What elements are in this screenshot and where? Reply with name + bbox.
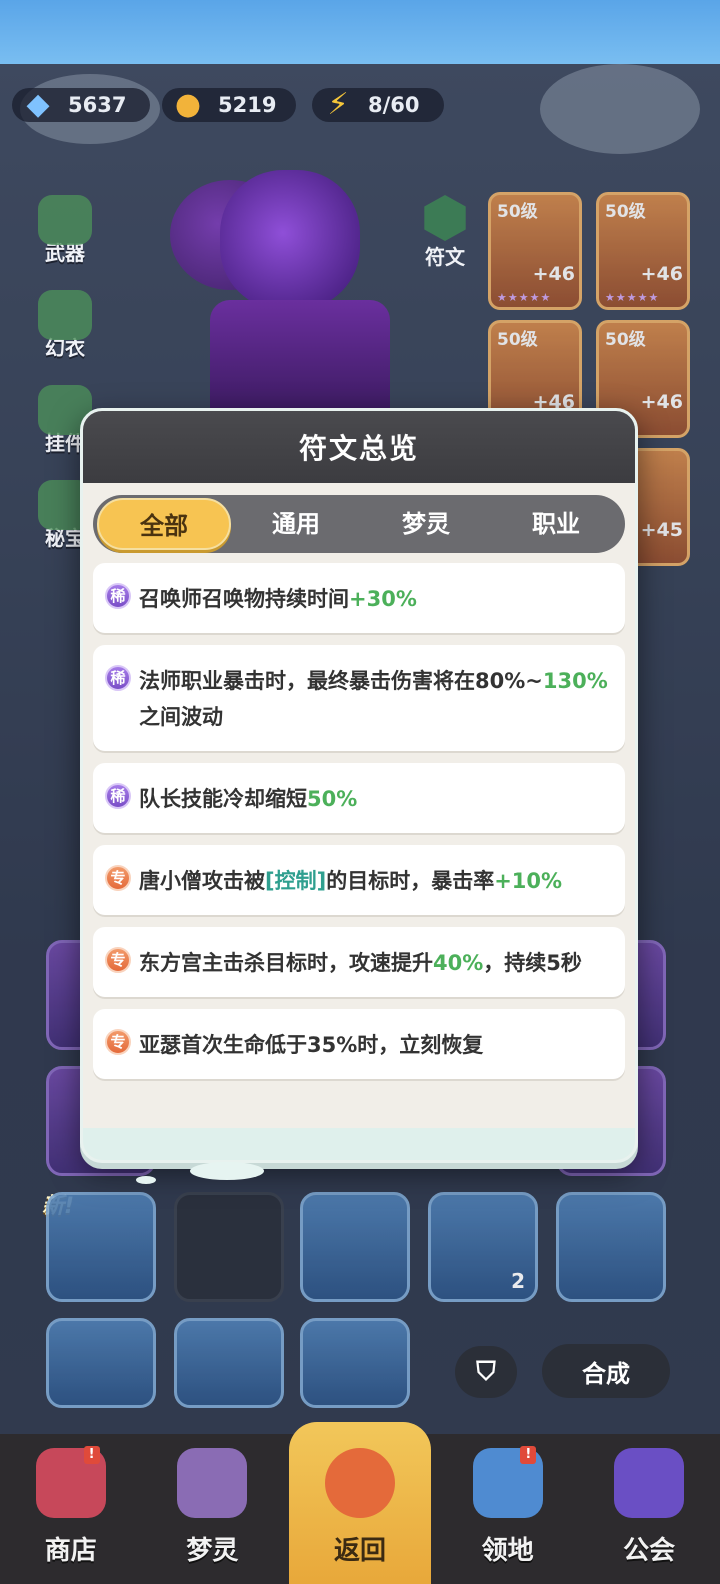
energy-icon: ⚡: [327, 86, 349, 122]
filter-tabs: 全部 通用 梦灵 职业: [93, 495, 625, 553]
item-count: 2: [511, 1269, 525, 1293]
coin-value: 5219: [218, 93, 277, 117]
modal-title: 符文总览: [298, 432, 419, 465]
gem-value: 5637: [68, 93, 127, 117]
equipment-card[interactable]: 50级 +46 ★★★★★: [596, 192, 690, 310]
nav-spirit[interactable]: 梦灵: [142, 1434, 284, 1584]
nav-territory[interactable]: ! 领地: [437, 1434, 579, 1584]
coin-icon: ●: [174, 86, 202, 122]
equipment-plus: +46: [640, 391, 683, 413]
nav-label: 领地: [481, 1536, 534, 1566]
tab-class[interactable]: 职业: [491, 498, 621, 550]
rune-entry: 专 东方宫主击杀目标时，攻速提升40%，持续5秒: [93, 927, 625, 997]
rune-entry: 稀 召唤师召唤物持续时间+30%: [93, 563, 625, 633]
back-arrow-icon: [324, 1448, 395, 1518]
guild-icon: [614, 1448, 685, 1518]
nav-label: 返回: [333, 1536, 386, 1566]
rune-entry: 专 亚瑟首次生命低于35%时，立刻恢复: [93, 1009, 625, 1079]
star-icon: ★★★★★: [497, 291, 552, 304]
equipment-card[interactable]: 50级 +46 ★★★★★: [488, 192, 582, 310]
nav-label: 梦灵: [186, 1536, 239, 1566]
grid-slot[interactable]: 2: [428, 1192, 538, 1302]
equipment-plus: +46: [640, 263, 683, 285]
sky-background: [0, 0, 720, 70]
rune-button-label: 符文: [425, 245, 465, 269]
grid-slot[interactable]: [556, 1192, 666, 1302]
rune-entry: 专 唐小僧攻击被[控制]的目标时，暴击率+10%: [93, 845, 625, 915]
equipment-plus: +46: [532, 263, 575, 285]
nav-shop[interactable]: ! 商店: [0, 1434, 142, 1584]
outfit-icon: [38, 290, 92, 340]
modal-header: 符文总览: [83, 411, 635, 483]
grid-slot[interactable]: [300, 1318, 410, 1408]
exclusive-tag-icon: 专: [105, 947, 131, 973]
equipment-level: 50级: [497, 202, 538, 222]
grid-slot[interactable]: [174, 1318, 284, 1408]
rare-tag-icon: 稀: [105, 783, 131, 809]
tab-spirit[interactable]: 梦灵: [361, 498, 491, 550]
nav-guild[interactable]: 公会: [578, 1434, 720, 1584]
bottom-nav: ! 商店 梦灵 返回 ! 领地 公会: [0, 1422, 720, 1584]
grid-slot-selected[interactable]: [174, 1192, 284, 1302]
notification-badge: !: [83, 1446, 100, 1464]
equipment-level: 50级: [605, 202, 646, 222]
star-icon: ★★★★★: [605, 291, 660, 304]
nav-label: 公会: [623, 1536, 676, 1566]
coin-counter[interactable]: ● 5219: [162, 87, 296, 122]
rare-tag-icon: 稀: [105, 583, 131, 609]
tab-general[interactable]: 通用: [231, 498, 361, 550]
character-portrait: [150, 150, 470, 420]
nav-label: 商店: [44, 1536, 97, 1566]
spirit-icon: [177, 1448, 248, 1518]
rune-overview-modal: 符文总览 全部 通用 梦灵 职业 稀 召唤师召唤物持续时间+30% 稀 法师职业…: [80, 408, 638, 1163]
side-menu-weapon[interactable]: 武器: [30, 195, 100, 275]
rune-entry: 稀 队长技能冷却缩短50%: [93, 763, 625, 833]
side-menu-outfit[interactable]: 幻衣: [30, 290, 100, 370]
filter-icon: ⛉: [476, 1356, 496, 1387]
notification-badge: !: [520, 1446, 537, 1464]
energy-counter[interactable]: ⚡ 8/60: [312, 87, 444, 122]
modal-drip-decoration: [136, 1176, 156, 1184]
nav-back[interactable]: 返回: [289, 1422, 431, 1584]
energy-value: 8/60: [368, 93, 420, 117]
rune-icon: [424, 195, 466, 241]
rune-list[interactable]: 稀 召唤师召唤物持续时间+30% 稀 法师职业暴击时，最终暴击伤害将在80%~1…: [93, 563, 625, 1133]
rune-button[interactable]: 符文: [405, 195, 485, 275]
weapon-icon: [38, 195, 92, 245]
gem-icon: ◆: [26, 86, 50, 122]
grid-slot[interactable]: [46, 1192, 156, 1302]
grid-slot[interactable]: [46, 1318, 156, 1408]
equipment-level: 50级: [497, 330, 538, 350]
exclusive-tag-icon: 专: [105, 865, 131, 891]
gem-counter[interactable]: ◆ 5637: [12, 87, 150, 122]
equipment-plus: +45: [640, 519, 683, 541]
grid-slot[interactable]: [300, 1192, 410, 1302]
rare-tag-icon: 稀: [105, 665, 131, 691]
merge-button[interactable]: 合成: [542, 1344, 670, 1398]
tab-all[interactable]: 全部: [97, 498, 231, 550]
exclusive-tag-icon: 专: [105, 1029, 131, 1055]
rune-entry: 稀 法师职业暴击时，最终暴击伤害将在80%~130%之间波动: [93, 645, 625, 751]
modal-footer: [83, 1128, 635, 1160]
modal-drip-decoration: [190, 1162, 264, 1180]
filter-button[interactable]: ⛉: [455, 1346, 517, 1398]
equipment-level: 50级: [605, 330, 646, 350]
